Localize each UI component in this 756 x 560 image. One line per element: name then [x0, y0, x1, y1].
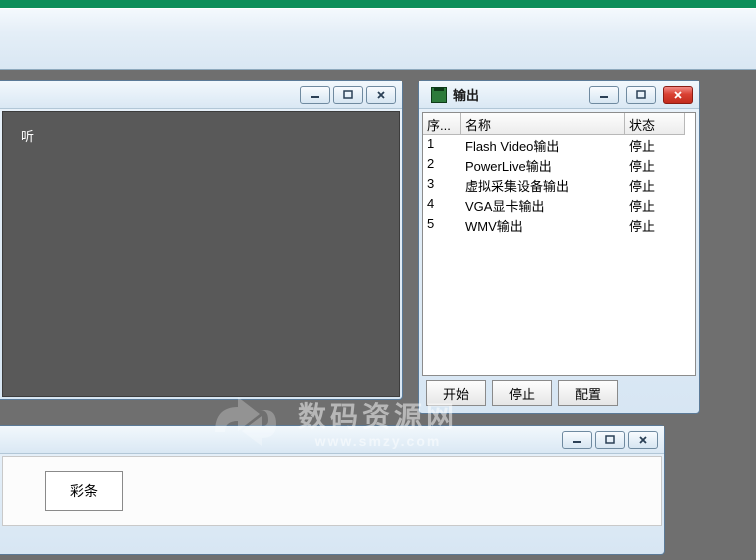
table-row[interactable]: 3虚拟采集设备输出停止	[423, 175, 695, 195]
preview-panel-body: 听	[2, 111, 400, 397]
cell-name: 虚拟采集设备输出	[461, 175, 625, 195]
table-row[interactable]: 1Flash Video输出停止	[423, 135, 695, 155]
output-panel: 输出 序... 名称 状态 1Flash Video输出停止2PowerLive…	[418, 80, 700, 414]
table-row[interactable]: 5WMV输出停止	[423, 215, 695, 235]
minimize-button[interactable]	[589, 86, 619, 104]
preview-panel: 听	[0, 80, 403, 400]
close-button[interactable]	[628, 431, 658, 449]
close-button[interactable]	[663, 86, 693, 104]
table-row[interactable]: 4VGA显卡输出停止	[423, 195, 695, 215]
config-button[interactable]: 配置	[558, 380, 618, 406]
cell-index: 3	[423, 175, 461, 195]
cell-status: 停止	[625, 175, 685, 195]
cell-index: 4	[423, 195, 461, 215]
stop-button[interactable]: 停止	[492, 380, 552, 406]
cell-status: 停止	[625, 135, 685, 155]
output-panel-title-left: 输出	[425, 85, 582, 104]
minimize-button[interactable]	[300, 86, 330, 104]
cell-status: 停止	[625, 215, 685, 235]
output-panel-content: 序... 名称 状态 1Flash Video输出停止2PowerLive输出停…	[419, 109, 699, 413]
bottom-panel: 彩条	[0, 425, 665, 555]
color-bars-button[interactable]: 彩条	[45, 471, 123, 511]
preview-body-text: 听	[21, 129, 34, 144]
cell-name: WMV输出	[461, 215, 625, 235]
output-app-icon	[431, 87, 447, 103]
cell-index: 1	[423, 135, 461, 155]
cell-index: 5	[423, 215, 461, 235]
output-panel-titlebar: 输出	[419, 81, 699, 109]
bottom-panel-body: 彩条	[2, 456, 662, 526]
col-index[interactable]: 序...	[423, 113, 461, 135]
start-button[interactable]: 开始	[426, 380, 486, 406]
table-row[interactable]: 2PowerLive输出停止	[423, 155, 695, 175]
output-button-row: 开始 停止 配置	[422, 376, 696, 410]
preview-panel-titlebar	[0, 81, 402, 109]
app-top-accent	[0, 0, 756, 8]
cell-index: 2	[423, 155, 461, 175]
cell-name: PowerLive输出	[461, 155, 625, 175]
col-status[interactable]: 状态	[625, 113, 685, 135]
bottom-panel-titlebar	[0, 426, 664, 454]
output-list[interactable]: 序... 名称 状态 1Flash Video输出停止2PowerLive输出停…	[422, 112, 696, 376]
cell-status: 停止	[625, 155, 685, 175]
cell-name: Flash Video输出	[461, 135, 625, 155]
cell-status: 停止	[625, 195, 685, 215]
cell-name: VGA显卡输出	[461, 195, 625, 215]
col-name[interactable]: 名称	[461, 113, 625, 135]
app-ribbon-area	[0, 8, 756, 70]
output-panel-title: 输出	[453, 85, 479, 104]
maximize-button[interactable]	[626, 86, 656, 104]
close-button[interactable]	[366, 86, 396, 104]
output-list-header: 序... 名称 状态	[423, 113, 695, 135]
maximize-button[interactable]	[333, 86, 363, 104]
maximize-button[interactable]	[595, 431, 625, 449]
minimize-button[interactable]	[562, 431, 592, 449]
